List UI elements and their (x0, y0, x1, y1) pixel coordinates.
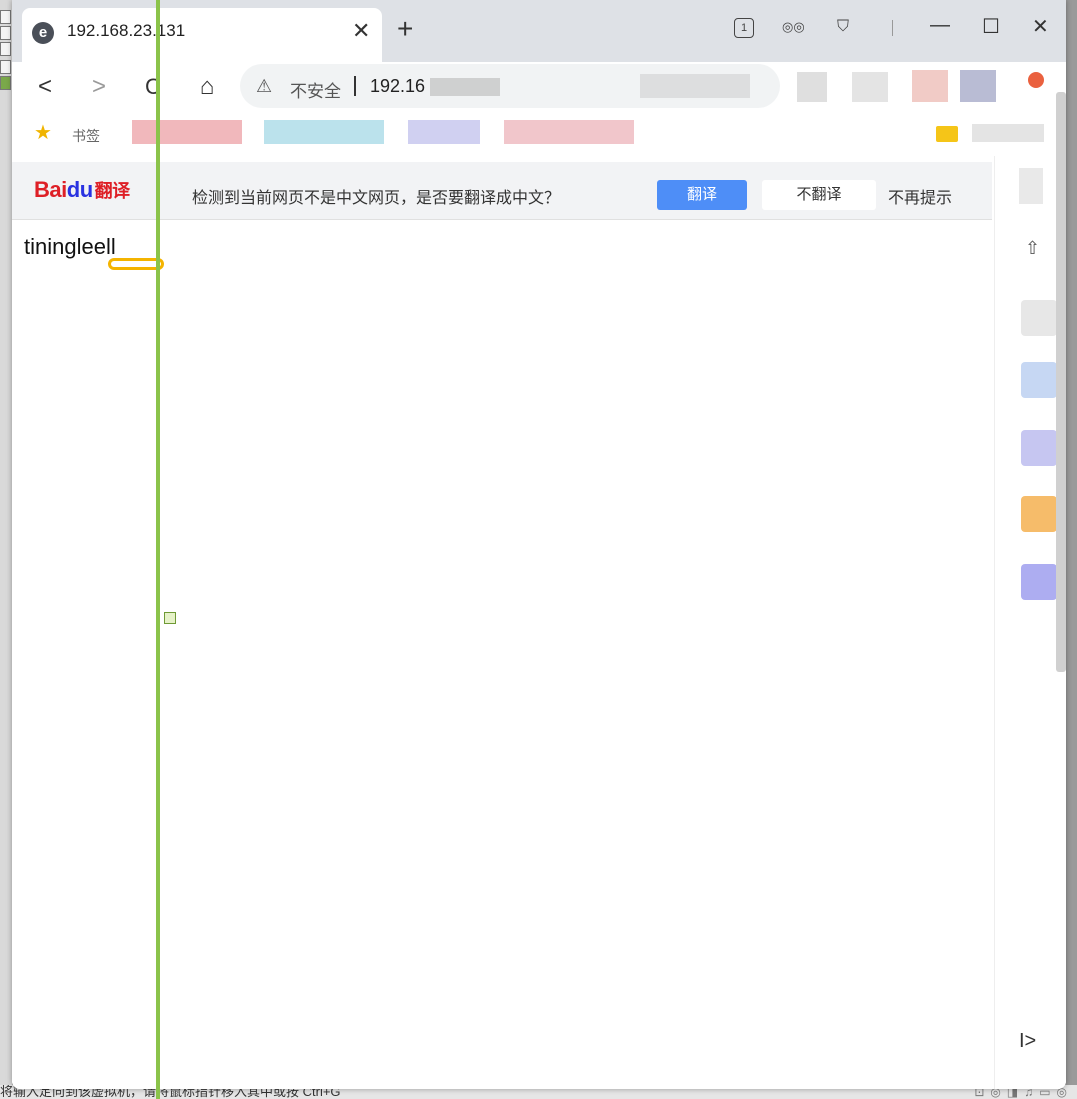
incognito-icon[interactable]: ◎◎ (782, 16, 805, 38)
home-icon[interactable]: ⌂ (192, 72, 222, 102)
new-tab-button[interactable]: + (397, 14, 413, 44)
paw-icon: du (66, 177, 93, 202)
host-play-icon (0, 76, 11, 90)
bookmark-label[interactable]: 书签 (72, 126, 100, 146)
navigation-bar: < > C ⌂ ⚠ 不安全 192.16 (12, 62, 1066, 112)
translate-message: 检测到当前网页不是中文网页，是否要翻译成中文？ (192, 190, 561, 207)
bookmarks-bar: ★ 书签 (12, 112, 1066, 156)
blurred-url (430, 78, 500, 96)
notification-dot-icon[interactable] (1028, 72, 1044, 88)
reload-icon[interactable]: C (138, 72, 168, 102)
blurred-extension-icon[interactable] (960, 70, 996, 102)
never-prompt-button[interactable]: 不再提示 (888, 184, 952, 208)
browser-logo-icon: e (32, 22, 54, 44)
logo-suffix: 翻译 (94, 181, 131, 201)
browser-window: e 192.168.23.131 ✕ + 1 ◎◎ ⛉ — ☐ ✕ < > C … (12, 0, 1066, 1089)
expand-panel-icon[interactable]: I> (1019, 1030, 1036, 1053)
host-window-icon (0, 60, 11, 74)
folder-icon[interactable] (936, 126, 958, 142)
star-icon[interactable]: ★ (34, 120, 52, 145)
logo-text: Bai (34, 177, 67, 202)
blurred-bookmark[interactable] (132, 120, 242, 144)
window-close-icon[interactable]: ✕ (1032, 14, 1049, 39)
blurred-extension-icon[interactable] (912, 70, 948, 102)
blurred-side-icon[interactable] (1021, 362, 1057, 398)
page-text: tiningleell (24, 234, 116, 259)
guide-handle[interactable] (164, 612, 176, 624)
no-translate-button[interactable]: 不翻译 (762, 180, 876, 210)
host-sidebar (0, 0, 12, 1099)
forward-icon[interactable]: > (84, 72, 114, 102)
blurred-side-icon[interactable] (1021, 564, 1057, 600)
blurred-side-icon[interactable] (1021, 496, 1057, 532)
host-window-icon (0, 10, 11, 24)
host-window-icon (0, 42, 11, 56)
blurred-url (640, 74, 750, 98)
scrollbar[interactable] (1056, 92, 1066, 672)
security-label[interactable]: 不安全 (290, 77, 341, 102)
tab-close-icon[interactable]: ✕ (352, 18, 370, 44)
back-icon[interactable]: < (30, 72, 60, 102)
blurred-bookmark[interactable] (972, 124, 1044, 142)
text-cursor (354, 76, 356, 96)
minimize-icon[interactable]: — (930, 14, 950, 37)
blurred-side-icon[interactable] (1019, 168, 1043, 204)
blurred-bookmark[interactable] (504, 120, 634, 144)
maximize-icon[interactable]: ☐ (982, 14, 1000, 39)
blurred-side-icon[interactable] (1021, 300, 1057, 336)
warning-icon[interactable]: ⚠ (256, 76, 272, 97)
titlebar: e 192.168.23.131 ✕ + 1 ◎◎ ⛉ — ☐ ✕ (12, 0, 1066, 62)
blurred-extension-icon[interactable] (797, 72, 827, 102)
translate-button[interactable]: 翻译 (657, 180, 747, 210)
blurred-extension-icon[interactable] (852, 72, 888, 102)
blurred-bookmark[interactable] (264, 120, 384, 144)
tab-counter-icon[interactable]: 1 (734, 18, 754, 38)
url-text[interactable]: 192.16 (370, 76, 425, 97)
host-window-icon (0, 26, 11, 40)
address-bar[interactable]: ⚠ 不安全 192.16 (240, 64, 780, 108)
tab-title: 192.168.23.131 (67, 21, 186, 40)
tab-active[interactable]: e 192.168.23.131 ✕ (22, 8, 382, 62)
blurred-bookmark[interactable] (408, 120, 480, 144)
scroll-up-icon[interactable]: ⇧ (1025, 238, 1040, 259)
titlebar-separator (892, 20, 893, 36)
skin-shirt-icon[interactable]: ⛉ (832, 16, 854, 38)
blurred-side-icon[interactable] (1021, 430, 1057, 466)
baidu-translate-logo: Baidu 翻译 (34, 177, 130, 203)
guide-line[interactable] (156, 0, 160, 1099)
